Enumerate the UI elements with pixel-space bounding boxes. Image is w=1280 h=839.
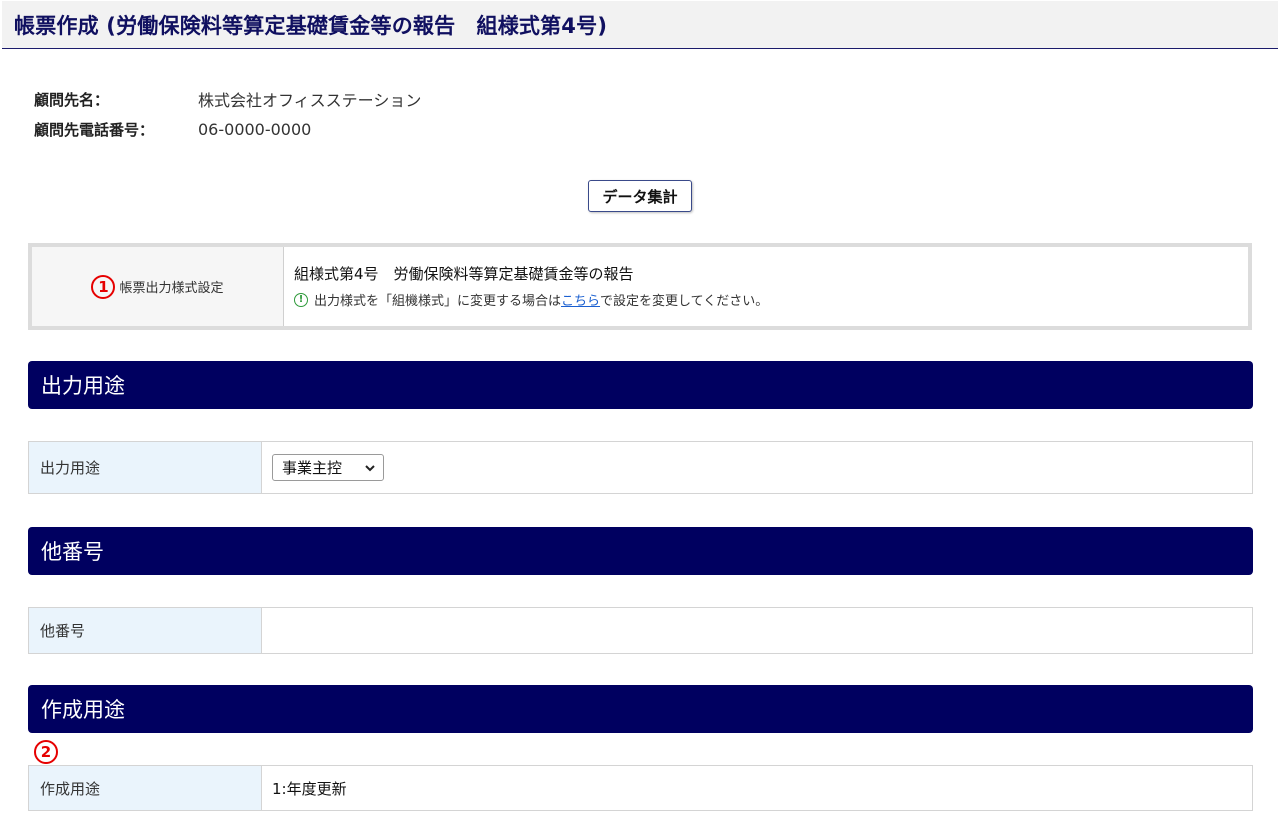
- output-purpose-select[interactable]: 事業主控: [272, 454, 384, 481]
- other-number-row: 他番号: [28, 607, 1253, 654]
- output-purpose-selected: 事業主控: [282, 459, 343, 477]
- section-header-creation-purpose: 作成用途: [28, 685, 1253, 733]
- format-setting-value: 組様式第4号 労働保険料等算定基礎賃金等の報告: [294, 265, 634, 283]
- client-name-row: 顧問先名： 株式会社オフィスステーション: [34, 84, 421, 114]
- output-purpose-value-cell: 事業主控: [262, 442, 1252, 493]
- creation-purpose-value: 1:年度更新: [272, 779, 347, 798]
- creation-purpose-row: 作成用途 1:年度更新: [28, 765, 1253, 811]
- other-number-label: 他番号: [29, 608, 262, 653]
- data-aggregate-button[interactable]: データ集計: [588, 180, 692, 212]
- section-header-other-number: 他番号: [28, 527, 1253, 575]
- client-phone-row: 顧問先電話番号： 06-0000-0000: [34, 114, 421, 144]
- format-setting-box: 1 帳票出力様式設定 組様式第4号 労働保険料等算定基礎賃金等の報告 ! 出力様…: [28, 243, 1252, 330]
- output-purpose-row: 出力用途 事業主控: [28, 441, 1253, 494]
- info-circle-icon: !: [294, 292, 308, 307]
- format-note-suffix: で設定を変更してください。: [600, 294, 769, 309]
- page-header: 帳票作成 (労働保険料等算定基礎賃金等の報告 組様式第4号): [2, 1, 1278, 49]
- client-phone-label: 顧問先電話番号：: [34, 120, 155, 139]
- format-setting-note: ! 出力様式を「組機様式」に変更する場合は こちら で設定を変更してください。: [294, 290, 768, 309]
- format-note-prefix: 出力様式を「組機様式」に変更する場合は: [314, 294, 562, 309]
- page-title: 帳票作成 (労働保険料等算定基礎賃金等の報告 組様式第4号): [14, 13, 608, 38]
- chevron-down-icon: [365, 464, 375, 471]
- creation-purpose-label: 作成用途: [29, 766, 262, 810]
- client-name-label: 顧問先名：: [34, 90, 110, 109]
- section-header-output-purpose: 出力用途: [28, 361, 1253, 409]
- format-setting-label-cell: 1 帳票出力様式設定: [32, 247, 284, 326]
- output-purpose-label: 出力用途: [29, 442, 262, 493]
- other-number-value: [262, 608, 1252, 653]
- change-setting-link[interactable]: こちら: [561, 290, 600, 309]
- marker-2: 2: [34, 740, 58, 764]
- client-phone-value: 06-0000-0000: [198, 119, 312, 139]
- client-name-value: 株式会社オフィスステーション: [198, 91, 422, 110]
- marker-1: 1: [91, 274, 116, 299]
- format-setting-value-cell: 組様式第4号 労働保険料等算定基礎賃金等の報告 ! 出力様式を「組機様式」に変更…: [284, 247, 768, 326]
- client-info: 顧問先名： 株式会社オフィスステーション 顧問先電話番号： 06-0000-00…: [34, 84, 421, 144]
- format-setting-label: 帳票出力様式設定: [119, 281, 224, 296]
